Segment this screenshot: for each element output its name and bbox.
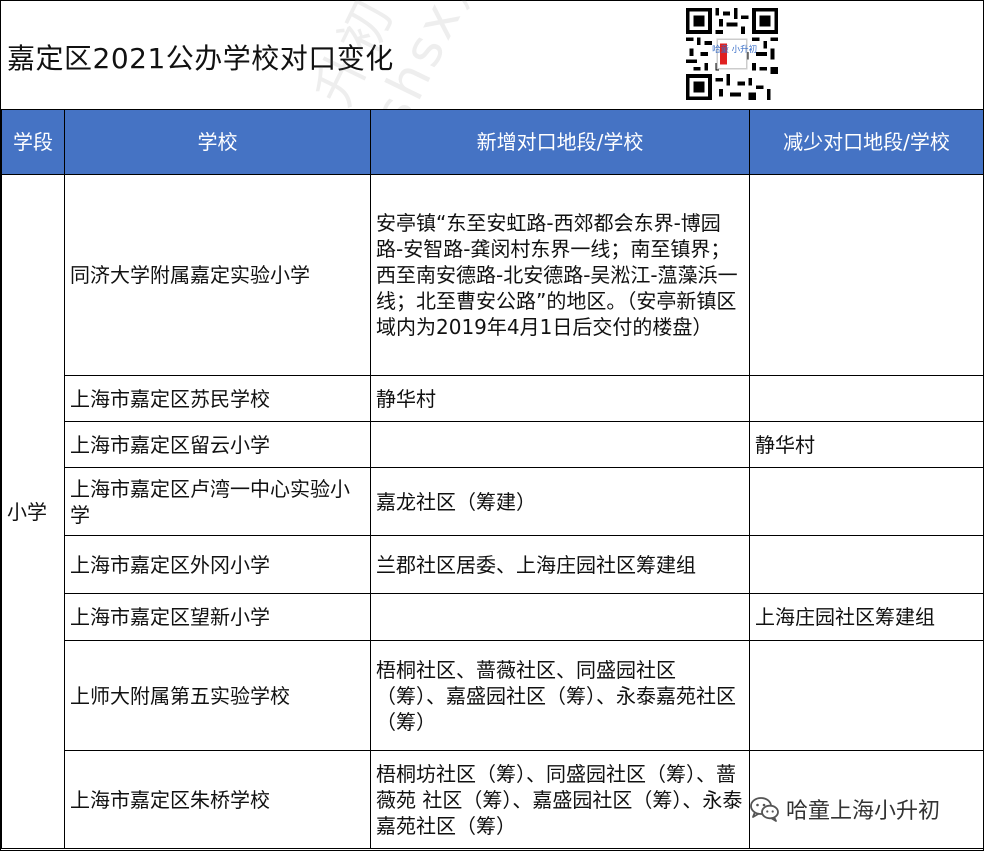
school-cell: 上海市嘉定区苏民学校 [64,375,371,422]
qr-center-label: 哈童 小升初 [712,44,757,54]
added-cell: 兰郡社区居委、上海庄园社区筹建组 [370,535,750,594]
title-row: 嘉定区2021公办学校对口变化 哈童 小升初 [1,1,983,110]
school-change-table: 学段 学校 新增对口地段/学校 减少对口地段/学校 小学 同济大学附属嘉定实验小… [1,109,984,849]
school-cell: 上师大附属第五实验学校 [64,640,371,751]
table-row: 上海市嘉定区留云小学 静华村 [2,421,984,468]
stage-cell: 小学 [1,174,65,849]
header-removed: 减少对口地段/学校 [749,109,984,175]
added-cell: 梧桐坊社区（筹）、同盛园社区（筹）、蔷薇苑 社区（筹）、嘉盛园社区（筹）、永泰嘉… [370,750,750,849]
page-title: 嘉定区2021公办学校对口变化 [7,42,394,75]
school-cell: 上海市嘉定区卢湾一中心实验小学 [64,467,371,536]
table-row: 小学 同济大学附属嘉定实验小学 安亭镇“东至安虹路-西郊都会东界-博园路-安智路… [1,174,984,849]
added-cell [370,593,750,641]
qr-code-icon: 哈童 小升初 [686,8,778,100]
brand-watermark: 哈童上海小升初 [750,792,940,826]
added-cell: 静华村 [370,375,750,422]
added-cell: 梧桐社区、蔷薇社区、同盛园社区（筹）、嘉盛园社区（筹）、永泰嘉苑社区（筹） [370,640,750,751]
header-added: 新增对口地段/学校 [370,109,750,175]
added-cell: 安亭镇“东至安虹路-西郊都会东界-博园路-安智路-龚闵村东界一线；南至镇界；西至… [370,174,750,376]
wechat-icon [750,797,779,822]
table-row: 上海市嘉定区苏民学校 静华村 [2,375,984,422]
removed-cell [749,375,984,422]
school-cell: 上海市嘉定区朱桥学校 [64,750,371,849]
school-cell: 上海市嘉定区外冈小学 [64,535,371,594]
table-row: 上海市嘉定区卢湾一中心实验小学 嘉龙社区（筹建） [2,467,984,536]
table-row: 上师大附属第五实验学校 梧桐社区、蔷薇社区、同盛园社区（筹）、嘉盛园社区（筹）、… [2,640,984,751]
removed-cell [749,640,984,751]
table-row: 上海市嘉定区望新小学 上海庄园社区筹建组 [2,593,984,641]
table-row: 上海市嘉定区外冈小学 兰郡社区居委、上海庄园社区筹建组 [2,535,984,594]
header-stage: 学段 [1,109,65,175]
table-header-row: 学段 学校 新增对口地段/学校 减少对口地段/学校 [1,109,984,175]
added-cell: 嘉龙社区（筹建） [370,467,750,536]
header-school: 学校 [64,109,371,175]
removed-cell: 上海庄园社区筹建组 [749,593,984,641]
removed-cell: 静华村 [749,421,984,468]
school-cell: 同济大学附属嘉定实验小学 [64,174,371,376]
school-cell: 上海市嘉定区留云小学 [64,421,371,468]
removed-cell [749,467,984,536]
brand-label: 哈童上海小升初 [786,799,941,824]
school-cell: 上海市嘉定区望新小学 [64,593,371,641]
added-cell [370,421,750,468]
removed-cell [749,174,984,376]
removed-cell [749,535,984,594]
